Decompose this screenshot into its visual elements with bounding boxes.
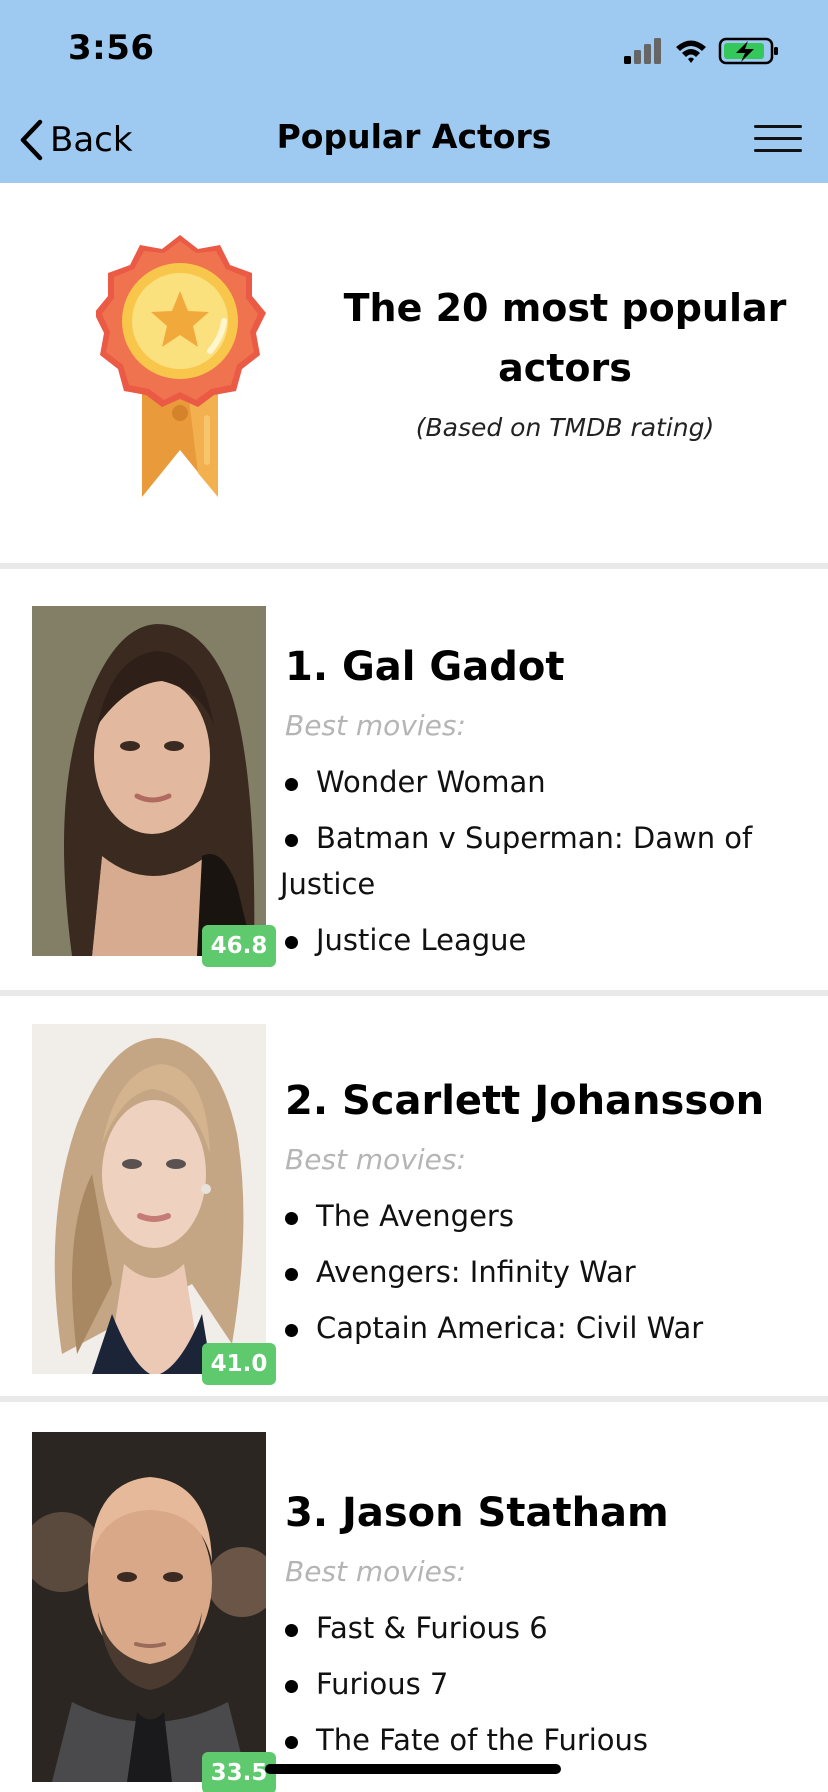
movie-item: The Avengers: [285, 1193, 796, 1239]
score-badge: 46.8: [202, 925, 276, 967]
movie-item: The Fate of the Furious: [285, 1717, 796, 1763]
movie-item: Batman v Superman: Dawn of Justice: [280, 815, 796, 907]
movie-list: Wonder Woman Batman v Superman: Dawn of …: [280, 759, 796, 973]
actor-name: 1. Gal Gadot: [285, 644, 565, 690]
actor-card[interactable]: 46.8 1. Gal Gadot Best movies: Wonder Wo…: [0, 569, 828, 990]
actor-photo: [32, 606, 266, 956]
actor-card[interactable]: 33.5 3. Jason Statham Best movies: Fast …: [0, 1402, 828, 1792]
actor-card[interactable]: 41.0 2. Scarlett Johansson Best movies: …: [0, 996, 828, 1396]
cellular-signal-icon: [624, 38, 661, 64]
header-subtitle: (Based on TMDB rating): [415, 413, 715, 442]
movie-item: Justice League: [285, 917, 796, 963]
status-icons: [624, 37, 778, 65]
movie-item: Captain America: Civil War: [285, 1305, 796, 1351]
score-badge: 41.0: [202, 1343, 276, 1385]
hamburger-menu-icon[interactable]: [754, 125, 802, 155]
actor-name: 2. Scarlett Johansson: [285, 1078, 765, 1124]
navigation-bar: 3:56 Back Popular Actors: [0, 0, 828, 183]
actor-photo: [32, 1432, 266, 1782]
best-movies-label: Best movies:: [285, 1555, 466, 1588]
battery-charging-icon: [718, 37, 778, 65]
status-time: 3:56: [68, 28, 155, 68]
ranking-header: The 20 most popular actors (Based on TMD…: [0, 183, 828, 563]
movie-item: Wonder Woman: [285, 759, 796, 805]
popular-actors-screen: 3:56 Back Popular Actors The 20 most pop…: [0, 0, 828, 1792]
score-badge: 33.5: [202, 1752, 276, 1792]
best-movies-label: Best movies:: [285, 709, 466, 742]
page-title: Popular Actors: [276, 117, 552, 156]
medal-icon: [96, 235, 266, 497]
movie-item: Avengers: Infinity War: [285, 1249, 796, 1295]
actor-name: 3. Jason Statham: [285, 1490, 669, 1536]
wifi-icon: [676, 40, 706, 63]
movie-item: Furious 7: [285, 1661, 796, 1707]
movie-list: The Avengers Avengers: Infinity War Capt…: [285, 1193, 796, 1361]
home-indicator[interactable]: [265, 1764, 561, 1774]
best-movies-label: Best movies:: [285, 1143, 466, 1176]
header-title: The 20 most popular actors: [343, 286, 787, 390]
movie-list: Fast & Furious 6 Furious 7 The Fate of t…: [285, 1605, 796, 1773]
movie-item: Fast & Furious 6: [285, 1605, 796, 1651]
actor-photo: [32, 1024, 266, 1374]
